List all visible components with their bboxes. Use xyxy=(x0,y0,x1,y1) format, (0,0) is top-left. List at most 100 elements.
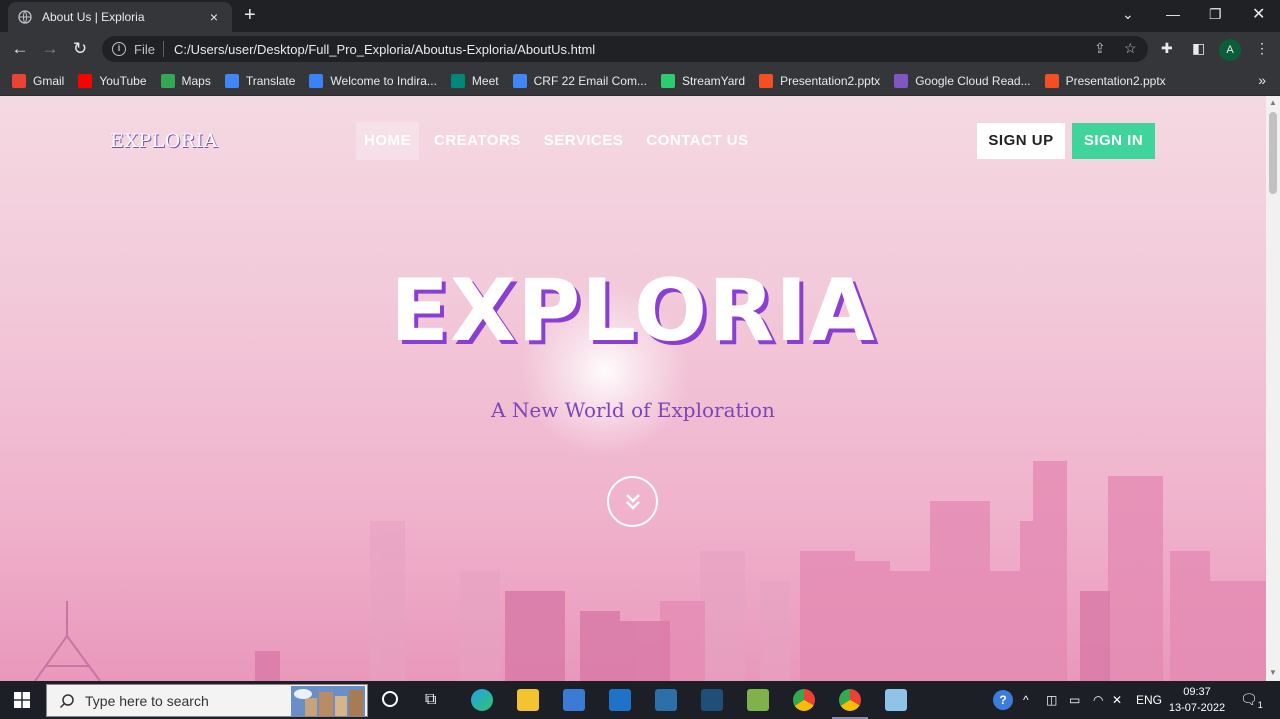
bookmark-label: Google Cloud Read... xyxy=(915,73,1031,88)
meet-now-icon[interactable]: ◫ xyxy=(1046,693,1057,707)
double-chevron-down-icon xyxy=(626,494,640,510)
info-icon[interactable]: i xyxy=(112,42,126,56)
bookmark-label: Translate xyxy=(245,73,296,88)
bookmark-item[interactable]: Presentation2.pptx xyxy=(759,73,881,88)
gmail-icon xyxy=(12,73,26,88)
bookmark-item[interactable]: CRF 22 Email Com... xyxy=(512,73,647,88)
extensions-icon[interactable]: ✚ xyxy=(1161,40,1173,57)
bookmark-label: Gmail xyxy=(33,73,65,88)
sign-in-button[interactable]: SIGN IN xyxy=(1072,123,1155,159)
nav-creators[interactable]: CREATORS xyxy=(426,122,529,160)
clock-time: 09:37 xyxy=(1183,686,1211,698)
mail-icon[interactable] xyxy=(609,689,631,711)
search-icon xyxy=(59,693,74,708)
scroll-down-button[interactable] xyxy=(607,476,658,527)
wifi-icon[interactable]: ◠ xyxy=(1093,693,1103,707)
more-bookmarks-icon[interactable]: » xyxy=(1258,72,1266,88)
bookmark-item[interactable]: Maps xyxy=(160,73,211,88)
tab-close-icon[interactable]: × xyxy=(206,9,222,25)
youtube-icon xyxy=(78,73,93,88)
bookmark-item[interactable]: StreamYard xyxy=(660,73,746,88)
site-logo[interactable]: EXPLORIA xyxy=(110,130,218,152)
translate-icon xyxy=(224,73,239,88)
bookmark-item[interactable]: Welcome to Indira... xyxy=(309,73,437,88)
omnibox-divider xyxy=(162,41,164,57)
windows-taskbar: Type here to search ⧉ ? ^ ◫ ▭ ◠ ✕ ENG 09… xyxy=(0,681,1280,719)
nav-services[interactable]: SERVICES xyxy=(536,122,632,160)
notifications-icon[interactable]: 🗨1 xyxy=(1240,691,1263,710)
restore-button[interactable]: ❐ xyxy=(1209,6,1222,23)
bookmark-item[interactable]: Google Cloud Read... xyxy=(894,73,1031,88)
maps-icon xyxy=(160,73,175,88)
scroll-up-arrow-icon[interactable]: ▲ xyxy=(1269,98,1277,107)
chrome-icon[interactable] xyxy=(793,689,815,711)
language-indicator[interactable]: ENG xyxy=(1136,693,1162,707)
bookmark-label: Presentation2.pptx xyxy=(1065,73,1166,88)
bookmark-label: Welcome to Indira... xyxy=(330,73,437,88)
site-nav: HOME CREATORS SERVICES CONTACT US xyxy=(356,122,764,160)
file-explorer-icon[interactable] xyxy=(517,689,539,711)
tab-search-icon[interactable]: ⌄ xyxy=(1122,6,1134,23)
back-button[interactable]: ← xyxy=(10,40,30,58)
edge-icon[interactable] xyxy=(471,689,493,711)
browser-tab[interactable]: About Us | Exploria × xyxy=(8,2,232,32)
bookmark-label: CRF 22 Email Com... xyxy=(533,73,647,88)
windows-start-icon[interactable] xyxy=(14,692,30,708)
chrome-active-icon[interactable] xyxy=(839,689,861,711)
reload-button[interactable]: ↻ xyxy=(70,40,90,58)
cortana-icon[interactable] xyxy=(382,691,398,707)
taskbar-search-box[interactable]: Type here to search xyxy=(46,684,368,717)
battery-icon[interactable]: ▭ xyxy=(1069,693,1080,707)
help-icon[interactable]: ? xyxy=(993,690,1013,710)
notepad-plus-icon[interactable] xyxy=(747,689,769,711)
side-panel-icon[interactable]: ◧ xyxy=(1192,40,1205,57)
task-view-icon[interactable]: ⧉ xyxy=(425,691,436,709)
bookmark-item[interactable]: Gmail xyxy=(12,73,65,88)
hero-subtitle: A New World of Exploration xyxy=(491,398,775,422)
minimize-button[interactable]: — xyxy=(1166,6,1180,22)
forms-icon xyxy=(512,73,527,88)
store-icon[interactable] xyxy=(563,689,585,711)
vs-code-icon[interactable] xyxy=(701,689,723,711)
snipping-tool-icon[interactable] xyxy=(655,689,677,711)
bookmark-item[interactable]: Meet xyxy=(450,73,499,88)
bookmark-item[interactable]: YouTube xyxy=(78,73,147,88)
url-text[interactable]: C:/Users/user/Desktop/Full_Pro_Exploria/… xyxy=(174,42,595,57)
chevron-up-icon[interactable]: ^ xyxy=(1023,693,1029,707)
bookmark-star-icon[interactable]: ☆ xyxy=(1124,40,1137,57)
page-scrollbar[interactable]: ▲ ▼ xyxy=(1266,96,1280,681)
globe-icon xyxy=(18,10,32,24)
new-tab-button[interactable]: + xyxy=(244,5,256,25)
notes-app-icon[interactable] xyxy=(885,689,907,711)
forward-button[interactable]: → xyxy=(40,40,60,58)
address-bar[interactable]: i File C:/Users/user/Desktop/Full_Pro_Ex… xyxy=(102,36,1148,62)
close-window-button[interactable]: ✕ xyxy=(1252,4,1265,24)
profile-avatar[interactable]: A xyxy=(1219,39,1241,61)
tab-title: About Us | Exploria xyxy=(42,10,145,24)
taskbar-clock[interactable]: 09:37 13-07-2022 xyxy=(1168,684,1226,716)
volume-muted-icon[interactable]: ✕ xyxy=(1112,693,1122,707)
bookmark-label: Presentation2.pptx xyxy=(780,73,881,88)
share-icon[interactable]: ⇪ xyxy=(1094,40,1106,57)
scroll-down-arrow-icon[interactable]: ▼ xyxy=(1269,668,1277,677)
bookmark-label: StreamYard xyxy=(681,73,746,88)
notification-count: 1 xyxy=(1257,699,1263,710)
microsoft-icon xyxy=(759,73,774,88)
weather-widget-icon[interactable] xyxy=(291,686,365,716)
hero-title: EXPLORIA xyxy=(390,261,876,361)
nav-home[interactable]: HOME xyxy=(356,122,419,160)
meet-icon xyxy=(450,73,465,88)
bookmark-item[interactable]: Translate xyxy=(224,73,296,88)
browser-toolbar: ← → ↻ i File C:/Users/user/Desktop/Full_… xyxy=(0,32,1280,66)
sign-up-button[interactable]: SIGN UP xyxy=(977,123,1065,159)
bookmark-label: Maps xyxy=(181,73,211,88)
site-icon xyxy=(309,73,324,88)
microsoft-icon xyxy=(1044,73,1059,88)
browser-tab-strip: About Us | Exploria × + ⌄ — ❐ ✕ xyxy=(0,0,1280,32)
scrollbar-thumb[interactable] xyxy=(1269,112,1277,194)
bookmark-item[interactable]: Presentation2.pptx xyxy=(1044,73,1166,88)
menu-icon[interactable]: ⋮ xyxy=(1255,40,1269,57)
bookmarks-bar: Gmail YouTube Maps Translate Welcome to Indi… xyxy=(0,66,1280,96)
nav-contact-us[interactable]: CONTACT US xyxy=(638,122,756,160)
bookmark-label: YouTube xyxy=(99,73,147,88)
